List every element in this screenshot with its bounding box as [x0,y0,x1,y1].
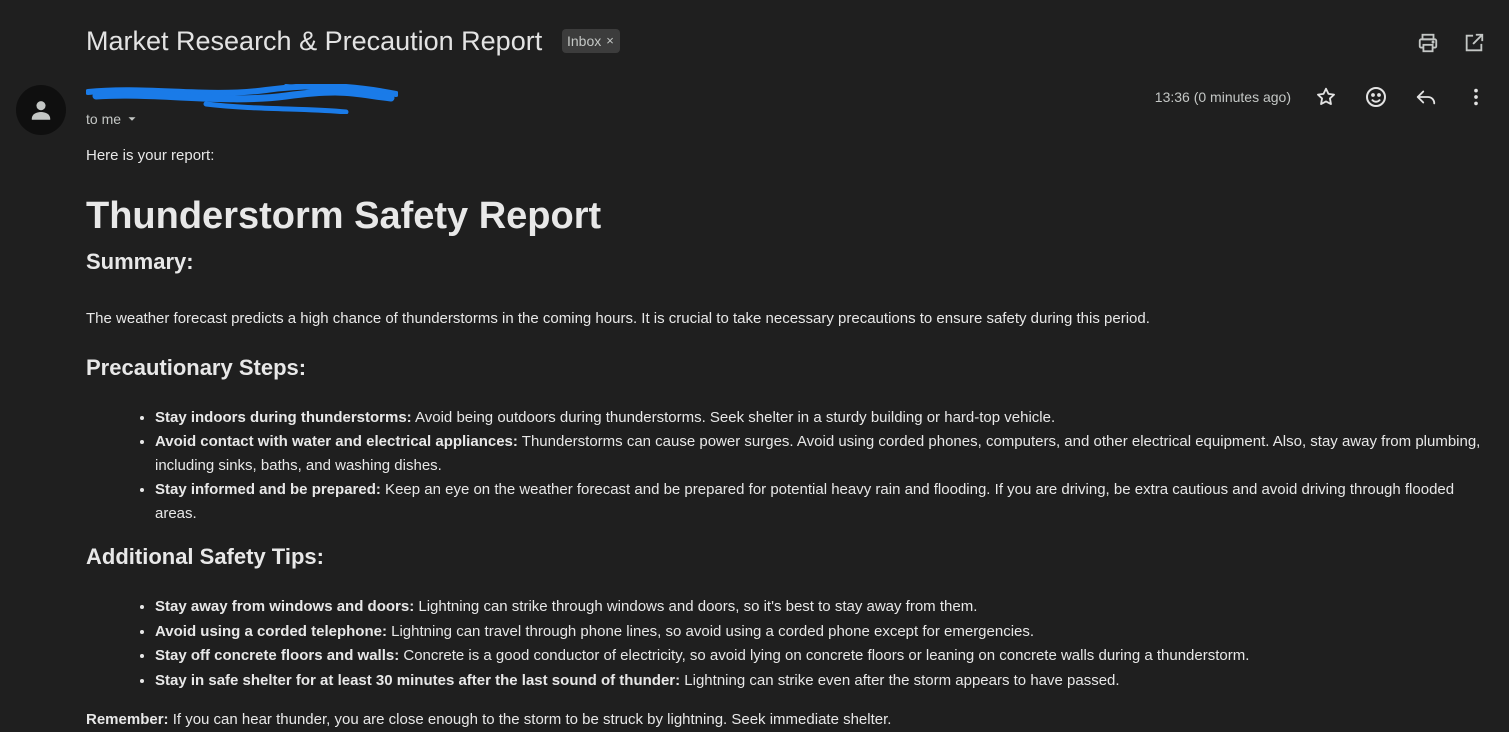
list-item-bold: Stay off concrete floors and walls: [155,647,400,664]
list-item-bold: Stay away from windows and doors: [155,598,415,615]
person-icon [31,101,51,120]
list-item-text: Lightning can strike through windows and… [414,598,978,615]
list-item: Avoid contact with water and electrical … [155,430,1496,478]
list-item-text: Lightning can strike even after the stor… [680,671,1120,689]
message-timestamp: 13:36 (0 minutes ago) [1154,89,1291,105]
intro-text: Here is your report: [86,147,215,164]
recipient-line: to me [86,111,122,127]
list-item: Stay indoors during thunderstorms: Avoid… [155,406,1496,430]
list-item-text: Avoid being outdoors during thunderstorm… [411,409,1056,426]
list-item: Stay informed and be prepared: Keep an e… [155,478,1496,526]
additional-tips-list: Stay away from windows and doors: Lightn… [86,595,1496,693]
remember-note: Remember: If you can hear thunder, you a… [86,710,1496,730]
star-icon[interactable] [1313,84,1339,110]
list-item-bold: Stay informed and be prepared: [155,481,381,498]
list-item-bold: Avoid contact with water and electrical … [155,433,518,450]
label-chip-inbox[interactable]: Inbox × [562,29,620,53]
list-item-bold: Stay in safe shelter for at least 30 min… [155,671,681,689]
sender-avatar[interactable] [16,85,66,135]
summary-heading: Summary: [86,249,194,274]
recipient-details-toggle[interactable]: to me [86,111,139,127]
reply-icon[interactable] [1413,84,1439,110]
list-item: Stay away from windows and doors: Lightn… [155,595,1496,620]
remove-label-icon[interactable]: × [606,29,614,53]
summary-text: The weather forecast predicts a high cha… [86,310,1150,327]
sender-redacted [86,84,398,114]
email-subject: Market Research & Precaution Report [86,26,543,56]
precautionary-steps-list: Stay indoors during thunderstorms: Avoid… [86,406,1496,526]
precautionary-steps-heading: Precautionary Steps: [86,355,307,380]
remember-bold: Remember: [86,711,169,728]
list-item-bold: Stay indoors during thunderstorms: [155,409,412,426]
additional-tips-heading: Additional Safety Tips: [86,544,324,569]
label-chip-text: Inbox [567,33,602,49]
list-item: Avoid using a corded telephone: Lightnin… [155,620,1496,645]
thread-actions [1415,30,1487,56]
list-item-text: Concrete is a good conductor of electric… [399,647,1250,664]
message-actions: 13:36 (0 minutes ago) [1155,84,1489,110]
list-item-text: Lightning can travel through phone lines… [386,622,1035,640]
emoji-reaction-icon[interactable] [1363,84,1389,110]
email-body: Here is your report: Thunderstorm Safety… [86,146,1496,730]
open-in-new-window-icon[interactable] [1461,30,1487,56]
more-vertical-icon[interactable] [1463,84,1489,110]
print-icon[interactable] [1415,30,1441,56]
remember-text: If you can hear thunder, you are close e… [168,711,892,728]
list-item-bold: Avoid using a corded telephone: [155,622,387,640]
chevron-down-icon [128,117,136,121]
report-title: Thunderstorm Safety Report [86,195,602,237]
list-item: Stay off concrete floors and walls: Conc… [155,644,1496,669]
list-item: Stay in safe shelter for at least 30 min… [155,669,1496,694]
